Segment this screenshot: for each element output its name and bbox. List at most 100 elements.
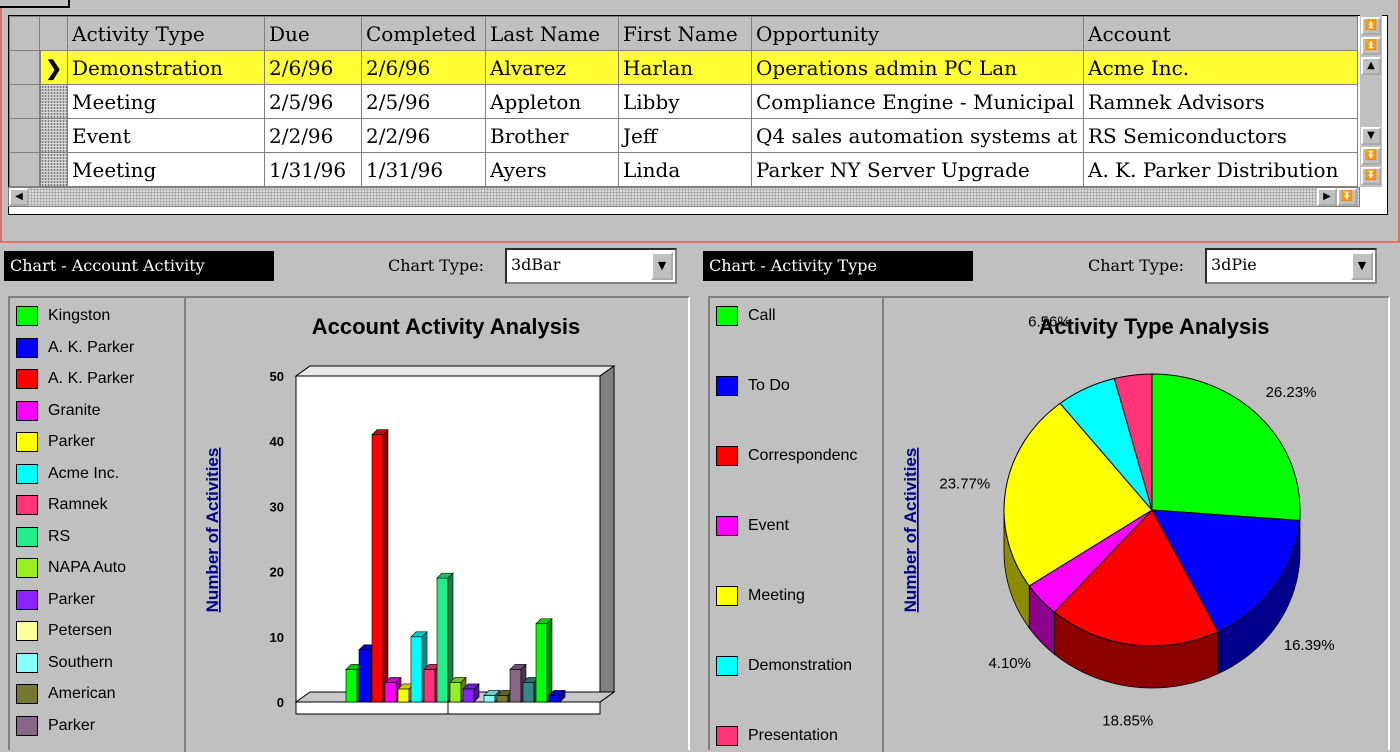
column-header-completed[interactable]: Completed (362, 17, 486, 51)
legend-swatch (16, 432, 38, 452)
legend-swatch (716, 726, 738, 746)
cell-first-name[interactable]: Linda (619, 153, 752, 187)
legend-label: NAPA Auto (48, 556, 126, 580)
chart-title: Account Activity Analysis (312, 314, 581, 339)
y-tick-label: 0 (277, 695, 284, 710)
chart-type-value: 3dBar (511, 255, 560, 274)
legend-swatch (16, 590, 38, 610)
grid-vertical-scrollbar[interactable]: ⏫ ⏫ ▲ ▼ ⏬ ⏬ (1360, 15, 1382, 187)
chart-type-label: Chart Type: (1088, 251, 1184, 281)
row-selector[interactable] (10, 85, 40, 119)
scroll-end-icon[interactable]: ⏬ (1337, 188, 1357, 206)
legend-swatch (716, 586, 738, 606)
account-activity-chart: Account Activity AnalysisNumber of Activ… (188, 298, 688, 752)
column-header-activity-type[interactable]: Activity Type (68, 17, 265, 51)
cell-opportunity[interactable]: Operations admin PC Lan (752, 51, 1084, 85)
row-selector[interactable] (10, 119, 40, 153)
scroll-last-icon[interactable]: ⏬ (1361, 167, 1381, 185)
table-row[interactable]: Event 2/2/96 2/2/96 Brother Jeff Q4 sale… (10, 119, 1358, 153)
table-row[interactable]: Meeting 1/31/96 1/31/96 Ayers Linda Park… (10, 153, 1358, 187)
chart-type-select-account[interactable]: 3dBar ▼ (505, 248, 677, 284)
activity-grid: Activity Type Due Completed Last Name Fi… (8, 15, 1388, 215)
column-header-first-name[interactable]: First Name (619, 17, 752, 51)
cell-last-name[interactable]: Ayers (486, 153, 619, 187)
legend-swatch (16, 558, 38, 578)
chevron-down-icon[interactable]: ▼ (651, 252, 673, 280)
scroll-left-icon[interactable]: ◀ (9, 188, 29, 206)
cell-account[interactable]: Ramnek Advisors (1084, 85, 1358, 119)
pie-data-label: 23.77% (939, 475, 990, 492)
scroll-page-down-icon[interactable]: ⏬ (1361, 147, 1381, 165)
current-row-indicator: ❯ (40, 51, 68, 85)
bar (536, 624, 547, 702)
cell-due[interactable]: 2/6/96 (265, 51, 362, 85)
cell-first-name[interactable]: Harlan (619, 51, 752, 85)
tab-stub[interactable] (0, 0, 70, 8)
cell-activity-type[interactable]: Event (68, 119, 265, 153)
table-row[interactable]: Meeting 2/5/96 2/5/96 Appleton Libby Com… (10, 85, 1358, 119)
row-selector[interactable] (10, 51, 40, 85)
column-header-account[interactable]: Account (1084, 17, 1358, 51)
cell-account[interactable]: RS Semiconductors (1084, 119, 1358, 153)
chart-header-activity-type: Chart - Activity Type (703, 251, 973, 281)
cell-due[interactable]: 2/2/96 (265, 119, 362, 153)
legend-label: Call (748, 304, 776, 328)
legend-swatch (16, 527, 38, 547)
grid-horizontal-scrollbar[interactable]: ◀ ▶ ⏬ (8, 187, 1360, 207)
legend-label: Acme Inc. (48, 462, 119, 486)
bar (523, 682, 534, 702)
cell-opportunity[interactable]: Compliance Engine - Municipal (752, 85, 1084, 119)
cell-activity-type[interactable]: Demonstration (68, 51, 265, 85)
chart-type-select-activity[interactable]: 3dPie ▼ (1205, 248, 1377, 284)
cell-due[interactable]: 1/31/96 (265, 153, 362, 187)
column-header-opportunity[interactable]: Opportunity (752, 17, 1084, 51)
table-row[interactable]: ❯ Demonstration 2/6/96 2/6/96 Alvarez Ha… (10, 51, 1358, 85)
y-tick-label: 30 (270, 499, 284, 514)
scroll-down-icon[interactable]: ▼ (1361, 127, 1381, 145)
bar (424, 669, 435, 702)
chart-type-value: 3dPie (1211, 255, 1257, 274)
cell-last-name[interactable]: Alvarez (486, 51, 619, 85)
cell-activity-type[interactable]: Meeting (68, 85, 265, 119)
cell-first-name[interactable]: Jeff (619, 119, 752, 153)
legend-label: American (48, 682, 116, 706)
cell-due[interactable]: 2/5/96 (265, 85, 362, 119)
cell-opportunity[interactable]: Q4 sales automation systems at (752, 119, 1084, 153)
cell-completed[interactable]: 2/2/96 (362, 119, 486, 153)
activity-type-panel: CallTo DoCorrespondencEventMeetingDemons… (708, 296, 1390, 750)
row-indicator (40, 85, 68, 119)
legend-label: Kingston (48, 304, 110, 328)
legend-swatch (716, 306, 738, 326)
scroll-right-icon[interactable]: ▶ (1317, 188, 1337, 206)
legend-label: Granite (48, 399, 100, 423)
legend-label: Parker (48, 714, 95, 738)
account-legend: KingstonA. K. ParkerA. K. ParkerGraniteP… (10, 298, 186, 752)
cell-opportunity[interactable]: Parker NY Server Upgrade (752, 153, 1084, 187)
scroll-first-icon[interactable]: ⏫ (1361, 17, 1381, 35)
column-header-last-name[interactable]: Last Name (486, 17, 619, 51)
cell-completed[interactable]: 2/5/96 (362, 85, 486, 119)
scroll-page-up-icon[interactable]: ⏫ (1361, 37, 1381, 55)
legend-label: Parker (48, 588, 95, 612)
header-corner[interactable] (10, 17, 40, 51)
cell-activity-type[interactable]: Meeting (68, 153, 265, 187)
cell-account[interactable]: Acme Inc. (1084, 51, 1358, 85)
scroll-up-icon[interactable]: ▲ (1361, 57, 1381, 75)
cell-account[interactable]: A. K. Parker Distribution (1084, 153, 1358, 187)
cell-completed[interactable]: 1/31/96 (362, 153, 486, 187)
row-selector[interactable] (10, 153, 40, 187)
legend-label: Presentation (748, 724, 838, 748)
legend-label: Meeting (748, 584, 805, 608)
cell-first-name[interactable]: Libby (619, 85, 752, 119)
legend-label: A. K. Parker (48, 367, 134, 391)
bar (411, 637, 422, 702)
cell-last-name[interactable]: Appleton (486, 85, 619, 119)
cell-completed[interactable]: 2/6/96 (362, 51, 486, 85)
pie-data-label: 26.23% (1266, 384, 1317, 401)
column-header-due[interactable]: Due (265, 17, 362, 51)
chevron-down-icon[interactable]: ▼ (1351, 252, 1373, 280)
legend-swatch (16, 306, 38, 326)
activity-type-chart: Activity Type AnalysisNumber of Activiti… (886, 298, 1388, 752)
activity-table: Activity Type Due Completed Last Name Fi… (9, 16, 1358, 187)
cell-last-name[interactable]: Brother (486, 119, 619, 153)
